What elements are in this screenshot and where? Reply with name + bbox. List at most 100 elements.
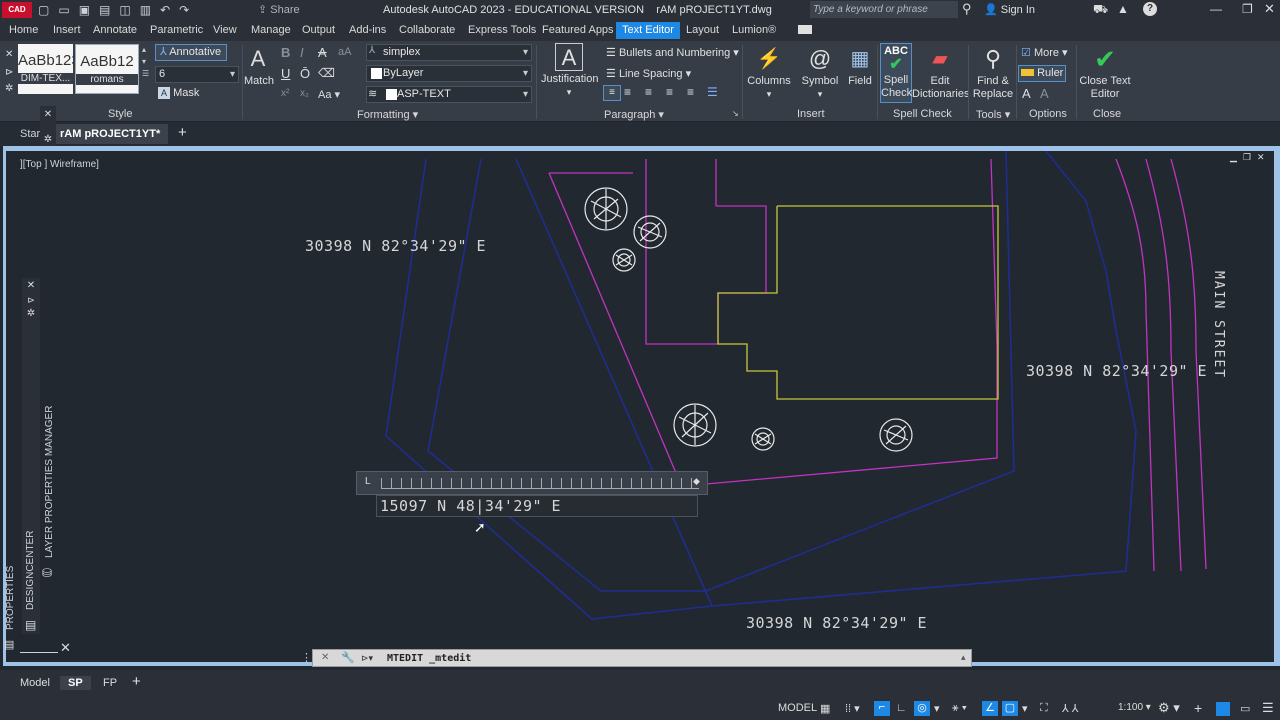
tab-featured-apps[interactable]: Featured Apps [542,24,614,36]
close-window-icon[interactable]: ✕ [1264,1,1275,17]
command-line[interactable]: ⋮ ✕ 🔧 ⊳▾ MTEDIT _mtedit ▴ [301,649,972,667]
tab-view[interactable]: View [213,24,237,36]
align-left-icon[interactable]: ≡ [603,85,621,101]
mtext-edit-box[interactable]: 15097 N 48|34'29" E [376,495,698,517]
annotation-visibility-icon[interactable]: ⅄ ⅄ [1062,702,1079,715]
tools-panel-label[interactable]: Tools ▾ [976,108,1010,121]
polar-dropdown-icon[interactable]: ▾ [934,702,940,715]
clear-format-icon[interactable]: ⌫ [318,66,335,80]
street-label[interactable]: MAIN STREET [1211,271,1226,379]
open-file-icon[interactable]: ▭ [58,3,78,17]
close-text-editor-button[interactable]: ✔ Close Text Editor [1079,45,1131,101]
search-icon[interactable]: ⚲ [962,1,972,17]
share-button[interactable]: ⇪ Share [258,3,300,16]
autocad-logo[interactable]: CAD [2,2,32,18]
infer-constraints-icon[interactable]: ⌐ [874,701,890,716]
text-editor-ruler[interactable]: L ◆ [356,471,708,495]
panel-settings-icon[interactable]: ✲ [5,83,13,94]
palette-settings-icon[interactable]: ✲ [40,134,56,145]
command-settings-icon[interactable]: 🔧 [341,651,355,664]
help-icon[interactable]: ? [1143,2,1157,16]
customize-menu-icon[interactable]: ☰ [1262,700,1274,716]
paragraph-dialog-icon[interactable]: ↘ [732,109,739,118]
tab-text-editor[interactable]: Text Editor [616,22,680,39]
tab-insert[interactable]: Insert [53,24,81,36]
ortho-icon[interactable]: ∟ [896,702,907,714]
web-icon[interactable]: ◫ [119,3,139,17]
justify-icon[interactable]: ≡ [666,85,673,99]
cart-icon[interactable]: ⛟ [1093,2,1108,18]
side-close-icon[interactable]: ✕ [22,280,40,291]
annotation-scale-value[interactable]: 1:100 ▾ [1118,702,1151,713]
ruler-track[interactable] [381,478,699,489]
tab-add-ins[interactable]: Add-ins [349,24,386,36]
edit-dictionaries-button[interactable]: ▰ Edit Dictionaries [912,45,969,101]
snap-icon[interactable]: ⁞⁞ ▾ [845,702,860,715]
annotation-monitor-icon[interactable]: + [1194,700,1202,716]
distribute-icon[interactable]: ≡ [687,85,694,99]
justification-button[interactable]: A Justification ▾ [541,43,598,99]
italic-button[interactable]: I [300,45,304,60]
redo-text-icon[interactable]: A [1040,86,1049,101]
redo-icon[interactable]: ↷ [179,3,198,17]
bearing-label-top-left[interactable]: 30398 N 82°34'29" E [305,237,486,255]
superscript-icon[interactable]: x² [281,88,289,99]
palette-close-icon[interactable]: ✕ [40,109,56,120]
formatting-panel-label[interactable]: Formatting ▾ [357,108,418,121]
tab-lumion[interactable]: Lumion® [732,24,776,36]
match-button[interactable]: A Match [244,45,274,88]
properties-tab[interactable]: PROPERTIES [5,566,16,630]
spell-check-button[interactable]: ABC ✔ Spell Check [880,43,912,103]
layout-tab-fp[interactable]: FP [95,676,125,690]
isodraft-icon[interactable]: ⚹ ▾ [952,702,967,715]
object-snap-icon[interactable]: ▢ [1002,701,1018,716]
isolate-objects-icon[interactable]: ▭ [1240,702,1250,715]
tab-collaborate[interactable]: Collaborate [399,24,455,36]
ruler-end-handle[interactable]: ◆ [693,476,700,487]
save-as-icon[interactable]: ▤ [99,3,119,17]
align-center-icon[interactable]: ≡ [624,85,631,99]
paragraph-icon[interactable]: ☰ [707,85,718,99]
workspace-gear-icon[interactable]: ⚙ ▾ [1158,700,1180,716]
palette-resize-line[interactable] [20,652,58,653]
object-snap-tracking-icon[interactable]: ∠ [982,701,998,716]
drawing-canvas[interactable]: ][Top ] Wireframe] ▁❐✕ 30398 N 82°34'29"… [6,151,1274,662]
units-icon[interactable] [1216,702,1230,716]
command-close-icon[interactable]: ✕ [321,652,329,663]
panel-close-icon[interactable]: ✕ [5,49,13,60]
command-history-icon[interactable]: ▴ [961,652,966,663]
annotative-button[interactable]: ⅄ Annotative [155,44,227,61]
grid-icon[interactable]: ▦ [820,702,830,715]
undo-text-icon[interactable]: A [1022,86,1031,101]
add-layout-button[interactable]: + [132,673,141,690]
subscript-icon[interactable]: x₂ [300,88,309,99]
sign-in-button[interactable]: 👤 Sign In [984,3,1035,16]
text-height-input[interactable]: 6 [155,66,239,83]
polar-icon[interactable]: ◎ [914,701,930,716]
layout-tab-sp[interactable]: SP [60,676,91,690]
bearing-label-bottom[interactable]: 30398 N 82°34'29" E [746,614,927,632]
osnap-dropdown-icon[interactable]: ▾ [1022,702,1028,715]
designcenter-tab[interactable]: DESIGNCENTER [25,531,36,610]
more-button[interactable]: ☑ More ▾ [1021,46,1068,59]
ruler-indent-icon[interactable]: L [365,476,371,487]
palette-dismiss-icon[interactable]: ✕ [60,640,71,656]
designcenter-icon[interactable]: ⛁ [42,566,52,580]
align-right-icon[interactable]: ≡ [645,85,652,99]
mask-button[interactable]: A Mask [158,87,199,99]
font-select[interactable]: simplex [366,44,532,61]
command-grip-icon[interactable]: ⋮ [301,651,312,664]
ruler-button[interactable]: Ruler [1018,65,1066,82]
properties-icon[interactable]: ▤ [4,638,14,651]
restore-icon[interactable]: ❐ [1242,2,1253,16]
panel-pin-icon[interactable]: ⊳ [5,67,13,78]
print-icon[interactable]: ▥ [140,3,160,17]
save-icon[interactable]: ▣ [79,3,99,17]
annotation-scale-icon[interactable]: ⛶ [1040,702,1048,715]
tab-express-tools[interactable]: Express Tools [468,24,536,36]
side-pin-icon[interactable]: ⊳ [22,295,40,306]
layer-properties-manager-tab[interactable]: LAYER PROPERTIES MANAGER [44,406,55,558]
bold-button[interactable]: B [281,45,290,60]
underline-button[interactable]: U [281,66,290,81]
layout-tab-model[interactable]: Model [12,676,58,690]
